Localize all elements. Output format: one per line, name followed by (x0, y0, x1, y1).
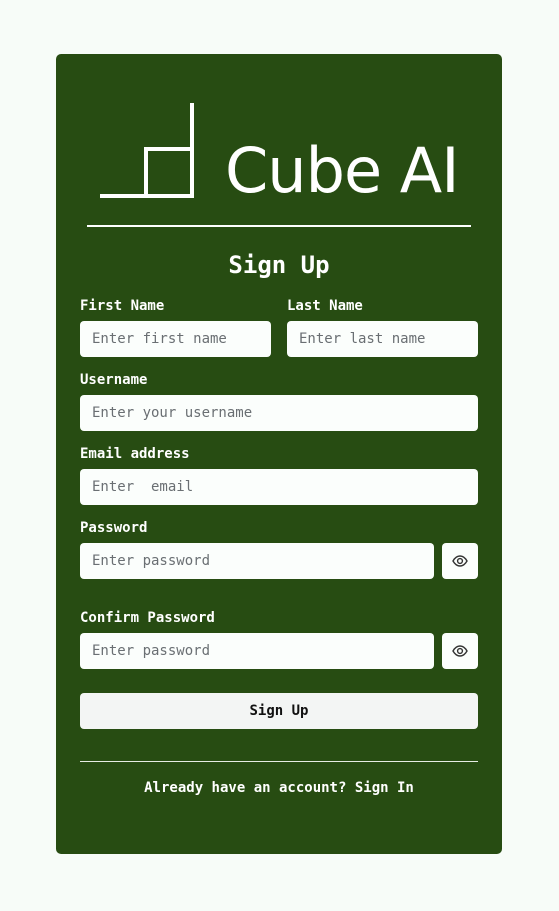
sign-in-prompt: Already have an account? Sign In (56, 778, 502, 798)
email-label: Email address (80, 446, 190, 462)
password-label: Password (80, 520, 148, 536)
email-input[interactable] (80, 469, 478, 505)
last-name-input[interactable] (287, 321, 478, 357)
first-name-input[interactable] (80, 321, 271, 357)
username-label: Username (80, 372, 148, 388)
confirm-password-input[interactable] (80, 633, 434, 669)
sign-in-link[interactable]: Sign In (355, 780, 414, 796)
footer-divider (80, 761, 478, 762)
last-name-label: Last Name (287, 298, 363, 314)
eye-icon (452, 645, 468, 657)
header-divider (87, 225, 471, 227)
brand-header: Cube AI (56, 54, 502, 227)
password-input[interactable] (80, 543, 434, 579)
page-title: Sign Up (228, 251, 330, 279)
eye-icon (452, 555, 468, 567)
sign-up-button[interactable]: Sign Up (80, 693, 478, 729)
username-input[interactable] (80, 395, 478, 431)
first-name-label: First Name (80, 298, 165, 314)
confirm-password-label: Confirm Password (80, 610, 215, 626)
signup-card: Cube AI Sign Up First Name Last Name Use… (56, 54, 502, 854)
cube-logo-icon (100, 103, 194, 198)
show-password-button[interactable] (442, 543, 478, 579)
show-confirm-password-button[interactable] (442, 633, 478, 669)
brand-name: Cube AI (225, 134, 459, 207)
sign-in-prompt-text: Already have an account? (144, 780, 355, 796)
